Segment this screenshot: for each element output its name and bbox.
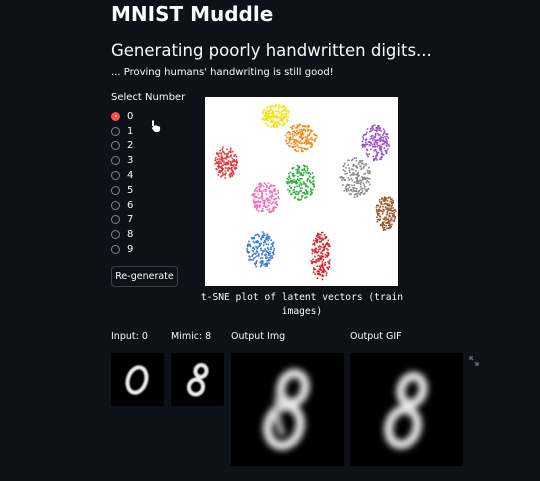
select-number-label: Select Number: [111, 92, 186, 103]
radio-option-4[interactable]: 4: [111, 168, 181, 183]
radio-label: 3: [127, 155, 134, 167]
number-radio-group: 0 1 2 3 4 5 6 7 8 9: [111, 109, 181, 257]
output-gif-label: Output GIF: [350, 331, 402, 342]
radio-label: 1: [127, 125, 134, 137]
radio-option-9[interactable]: 9: [111, 242, 181, 257]
radio-option-3[interactable]: 3: [111, 153, 181, 168]
radio-option-7[interactable]: 7: [111, 213, 181, 228]
tsne-clusters: [214, 103, 397, 281]
mimic-label: Mimic: 8: [171, 331, 212, 342]
radio-option-0[interactable]: 0: [111, 109, 181, 124]
radio-circle[interactable]: [111, 126, 120, 136]
radio-circle[interactable]: [111, 185, 120, 195]
tsne-plot: [205, 97, 398, 286]
plot-caption: t-SNE plot of latent vectors (train imag…: [200, 292, 404, 317]
expand-icon[interactable]: [468, 355, 480, 367]
output-image: [231, 353, 344, 466]
app-subtitle: Generating poorly handwritten digits...: [111, 41, 432, 60]
radio-circle[interactable]: [111, 156, 120, 166]
radio-label: 5: [127, 184, 134, 196]
output-img-label: Output Img: [231, 331, 286, 342]
radio-circle[interactable]: [111, 215, 120, 225]
radio-option-6[interactable]: 6: [111, 198, 181, 213]
radio-label: 9: [127, 244, 134, 256]
regenerate-button[interactable]: Re-generate: [111, 266, 178, 287]
input-label: Input: 0: [111, 331, 148, 342]
radio-option-2[interactable]: 2: [111, 139, 181, 154]
radio-circle[interactable]: [111, 245, 120, 255]
radio-label: 7: [127, 214, 134, 226]
mimic-digit-image: [171, 353, 224, 406]
radio-option-1[interactable]: 1: [111, 124, 181, 139]
radio-label: 0: [127, 110, 134, 122]
radio-circle[interactable]: [111, 111, 120, 121]
mouse-pointer-icon: [150, 119, 161, 133]
radio-circle[interactable]: [111, 200, 120, 210]
radio-circle[interactable]: [111, 230, 120, 240]
output-gif: [350, 353, 463, 466]
app-title: MNIST Muddle: [111, 2, 274, 26]
radio-label: 8: [127, 229, 134, 241]
radio-circle[interactable]: [111, 141, 120, 151]
radio-option-5[interactable]: 5: [111, 183, 181, 198]
input-digit-image: [111, 353, 164, 406]
radio-option-8[interactable]: 8: [111, 227, 181, 242]
radio-label: 4: [127, 170, 134, 182]
app-tagline: ... Proving humans' handwriting is still…: [111, 67, 334, 78]
radio-label: 2: [127, 140, 134, 152]
radio-label: 6: [127, 199, 134, 211]
tsne-scatter: [214, 103, 397, 281]
radio-circle[interactable]: [111, 171, 120, 181]
